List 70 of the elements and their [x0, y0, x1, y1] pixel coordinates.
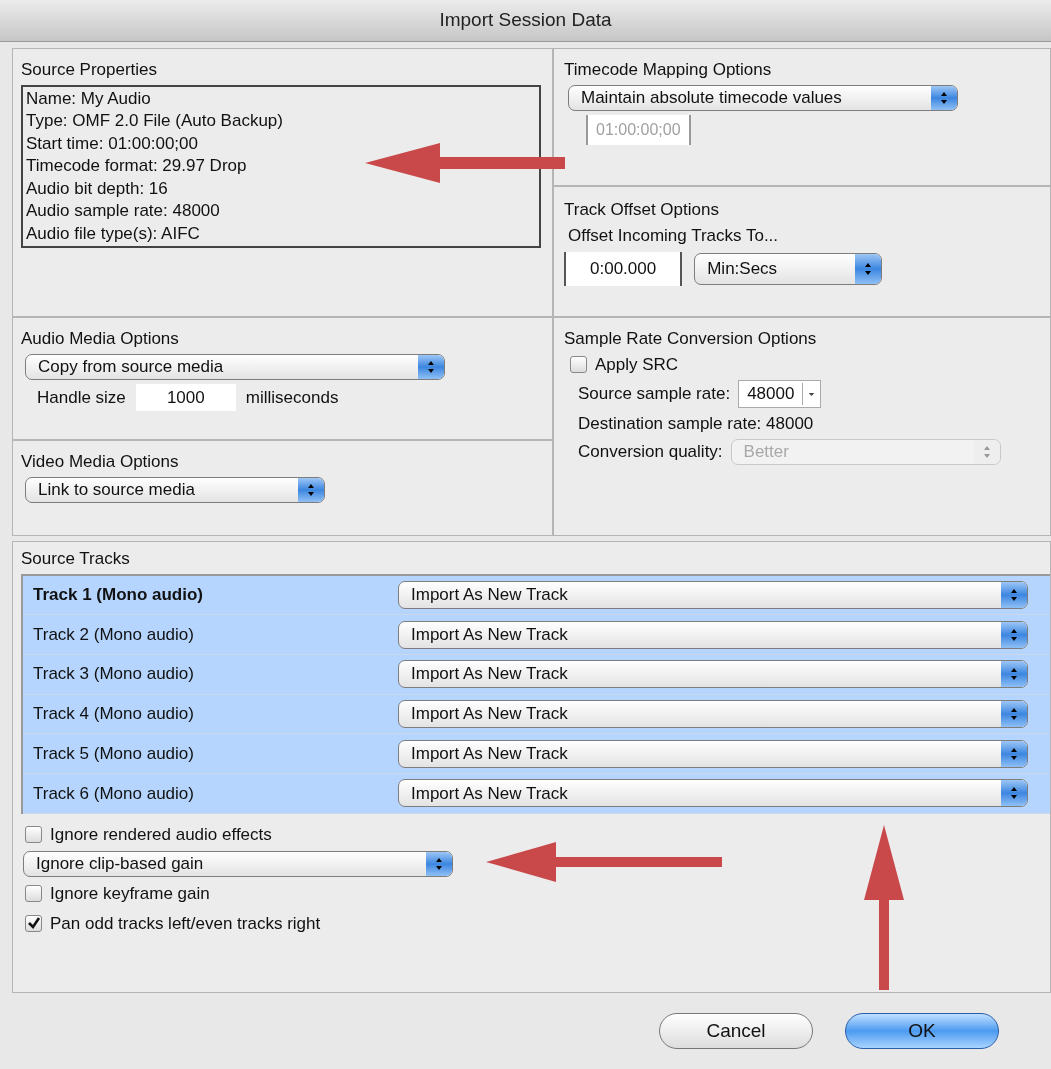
stepper-icon: [1001, 581, 1027, 608]
popup-menu[interactable]: Link to source media: [25, 476, 325, 503]
units-label: milliseconds: [245, 386, 339, 409]
track-row[interactable]: Track 3 (Mono audio) Import As New Track: [23, 654, 1050, 695]
source-rate-label: Source sample rate:: [578, 383, 731, 405]
offset-field[interactable]: 0:00.000: [564, 252, 683, 286]
property-line: Type: OMF 2.0 File (Auto Backup): [26, 110, 284, 132]
offset-label: Offset Incoming Tracks To...: [568, 224, 780, 247]
checkbox[interactable]: [25, 825, 42, 843]
popup-menu[interactable]: Maintain absolute timecode values: [568, 84, 958, 111]
window-title: Import Session Data: [439, 8, 612, 33]
popup-menu[interactable]: Ignore clip-based gain: [23, 851, 453, 878]
property-line: Audio bit depth: 16: [26, 177, 169, 200]
stepper-icon: [1001, 661, 1027, 688]
stepper-icon: [1001, 740, 1027, 767]
popup-menu[interactable]: Copy from source media: [25, 353, 445, 380]
stepper-icon: [1001, 700, 1027, 727]
stepper-icon: [426, 852, 452, 877]
popup-menu[interactable]: Import As New Track: [398, 779, 1028, 808]
section-title: Source Properties: [21, 59, 159, 81]
stepper-icon: [298, 477, 324, 502]
track-row[interactable]: Track 6 (Mono audio) Import As New Track: [23, 773, 1050, 814]
stepper-icon: [931, 85, 957, 110]
section-title: Sample Rate Conversion Options: [564, 328, 818, 350]
checkbox[interactable]: [25, 885, 42, 903]
popup-menu[interactable]: Import As New Track: [398, 580, 1028, 609]
property-line: Start time: 01:00:00;00: [26, 132, 199, 155]
source-rate-combo[interactable]: 48000: [738, 380, 822, 408]
track-name: Track 6 (Mono audio): [33, 782, 195, 805]
popup-menu[interactable]: Import As New Track: [398, 620, 1028, 649]
track-name: Track 1 (Mono audio): [33, 584, 205, 607]
track-row[interactable]: Track 2 (Mono audio) Import As New Track: [23, 615, 1050, 655]
dialog-button[interactable]: OK: [845, 1013, 999, 1049]
track-row[interactable]: Track 4 (Mono audio) Import As New Track: [23, 694, 1050, 735]
section-title: Source Tracks: [21, 548, 131, 570]
popup-menu[interactable]: Min:Secs: [694, 252, 883, 285]
checkmark-icon: [26, 916, 41, 931]
popup-menu[interactable]: Import As New Track: [398, 660, 1028, 689]
checkbox-label: Ignore keyframe gain: [50, 883, 210, 906]
stepper-icon: [973, 440, 1000, 464]
popup-menu[interactable]: Import As New Track: [398, 699, 1028, 728]
stepper-icon: [855, 253, 882, 284]
property-line: Timecode format: 29.97 Drop: [26, 155, 248, 177]
section-title: Audio Media Options: [21, 328, 180, 350]
checkbox[interactable]: [25, 914, 42, 932]
stepper-icon: [1001, 780, 1027, 807]
handle-size-label: Handle size: [37, 386, 126, 409]
section-title: Track Offset Options: [564, 199, 720, 221]
section-title: Timecode Mapping Options: [564, 59, 773, 81]
track-row[interactable]: Track 1 (Mono audio) Import As New Track: [23, 575, 1050, 616]
handle-size-field[interactable]: 1000: [135, 383, 236, 411]
stepper-icon: [418, 354, 444, 379]
checkbox-label: Ignore rendered audio effects: [50, 823, 272, 846]
property-line: Audio sample rate: 48000: [26, 200, 221, 222]
checkbox-label: Pan odd tracks left/even tracks right: [50, 912, 321, 935]
stepper-icon: [1001, 621, 1027, 648]
quality-label: Conversion quality:: [578, 441, 723, 464]
track-name: Track 2 (Mono audio): [33, 623, 195, 646]
checkbox-label: Apply SRC: [595, 353, 679, 376]
track-name: Track 5 (Mono audio): [33, 742, 195, 765]
section-title: Video Media Options: [21, 451, 180, 473]
track-name: Track 4 (Mono audio): [33, 703, 195, 726]
track-row[interactable]: Track 5 (Mono audio) Import As New Track: [23, 734, 1050, 774]
property-line: Name: My Audio: [26, 87, 152, 110]
property-line: Audio file type(s): AIFC: [26, 222, 201, 245]
checkbox[interactable]: [570, 355, 587, 373]
track-name: Track 3 (Mono audio): [33, 663, 195, 686]
popup-menu[interactable]: Import As New Track: [398, 739, 1028, 768]
destination-rate: Destination sample rate: 48000: [578, 412, 815, 435]
dialog-button[interactable]: Cancel: [659, 1013, 813, 1049]
